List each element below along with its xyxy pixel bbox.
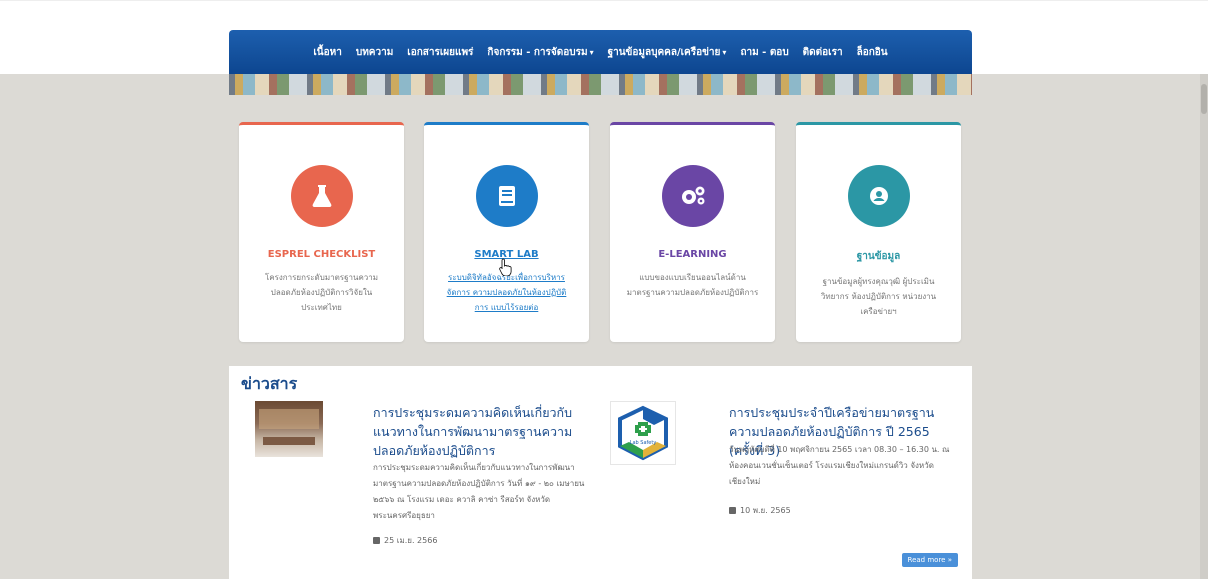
card-title: E-LEARNING: [658, 249, 727, 260]
news-description: วันพฤหัสบดีที่ 10 พฤศจิกายน 2565 เวลา 08…: [729, 445, 950, 486]
scrollbar[interactable]: [1200, 74, 1208, 579]
card-description: แบบของแบบเรียนออนไลน์ด้านมาตรฐานความปลอด…: [626, 273, 759, 297]
nav-item-publications[interactable]: เอกสารเผยแพร่: [407, 45, 473, 60]
flask-icon: [312, 185, 331, 207]
card-esprel-checklist[interactable]: ESPREL CHECKLIST โครงการยกระดับมาตรฐานคว…: [239, 122, 404, 342]
news-date-text: 25 เม.ย. 2566: [384, 536, 438, 545]
news-thumbnail-photo[interactable]: [255, 401, 323, 457]
chevron-down-icon: ▾: [589, 47, 594, 57]
calendar-icon: [373, 537, 380, 544]
card-e-learning[interactable]: E-LEARNING แบบของแบบเรียนออนไลน์ด้านมาตร…: [610, 122, 775, 342]
card-description: ฐานข้อมูลผู้ทรงคุณวุฒิ ผู้ประเมิน วิทยาก…: [820, 277, 937, 316]
card-title: ESPREL CHECKLIST: [267, 249, 376, 260]
hand-cursor-icon: [499, 258, 512, 276]
card-database[interactable]: ฐานข้อมูล ฐานข้อมูลผู้ทรงคุณวุฒิ ผู้ประเ…: [796, 122, 961, 342]
news-date: 25 เม.ย. 2566: [373, 534, 437, 547]
news-section: ข่าวสาร การประชุมระดมความคิดเห็นเกี่ยวกั…: [229, 366, 972, 579]
nav-item-articles[interactable]: บทความ: [356, 45, 393, 60]
card-smart-lab[interactable]: SMART LAB ระบบดิจิทัลอัจฉริยะเพื่อการบริ…: [424, 122, 589, 342]
card-icon-circle: [475, 165, 538, 227]
lab-safety-logo: Lab Safety: [618, 405, 668, 461]
news-date: 10 พ.ย. 2565: [729, 504, 791, 517]
main-nav: เนื้อหา บทความ เอกสารเผยแพร่ กิจกรรม - ก…: [229, 30, 972, 74]
news-heading: ข่าวสาร: [241, 374, 298, 393]
news-description: การประชุมระดมความคิดเห็นเกี่ยวกับแนวทางใ…: [373, 463, 585, 520]
nav-item-login[interactable]: ล็อกอิน: [857, 45, 888, 60]
news-title-link[interactable]: การประชุมระดมความคิดเห็นเกี่ยวกับแนวทางใ…: [373, 403, 597, 460]
card-icon-circle: [661, 165, 724, 227]
logo-text: Lab Safety: [630, 440, 657, 446]
read-more-button[interactable]: Read more »: [901, 553, 958, 567]
card-icon-circle: [847, 165, 910, 227]
scrollbar-thumb[interactable]: [1201, 84, 1207, 114]
news-date-text: 10 พ.ย. 2565: [740, 506, 791, 515]
nav-item-faq[interactable]: ถาม - ตอบ: [740, 45, 788, 60]
chevron-down-icon: ▾: [722, 47, 727, 57]
nav-item-database[interactable]: ฐานข้อมูลบุคคล/เครือข่าย ▾: [608, 45, 727, 60]
nav-item-contact[interactable]: ติดต่อเรา: [803, 45, 843, 60]
card-description[interactable]: ระบบดิจิทัลอัจฉริยะเพื่อการบริหารจัดการ …: [440, 270, 573, 315]
gears-icon: [681, 186, 704, 205]
lab-banner-image: [229, 74, 972, 95]
calendar-icon: [729, 507, 736, 514]
header: เนื้อหา บทความ เอกสารเผยแพร่ กิจกรรม - ก…: [229, 30, 972, 95]
card-icon-circle: [290, 165, 353, 227]
news-thumbnail-logo[interactable]: Lab Safety: [610, 401, 676, 465]
book-icon: [498, 186, 515, 206]
card-description: โครงการยกระดับมาตรฐานความปลอดภัยห้องปฏิบ…: [264, 273, 379, 312]
nav-item-label: กิจกรรม - การจัดอบรม: [487, 46, 588, 58]
nav-item-content[interactable]: เนื้อหา: [313, 45, 341, 60]
nav-item-activities[interactable]: กิจกรรม - การจัดอบรม ▾: [487, 45, 593, 60]
nav-item-label: ฐานข้อมูลบุคคล/เครือข่าย: [607, 46, 721, 58]
card-title: ฐานข้อมูล: [856, 251, 901, 262]
user-circle-icon: [869, 187, 888, 205]
